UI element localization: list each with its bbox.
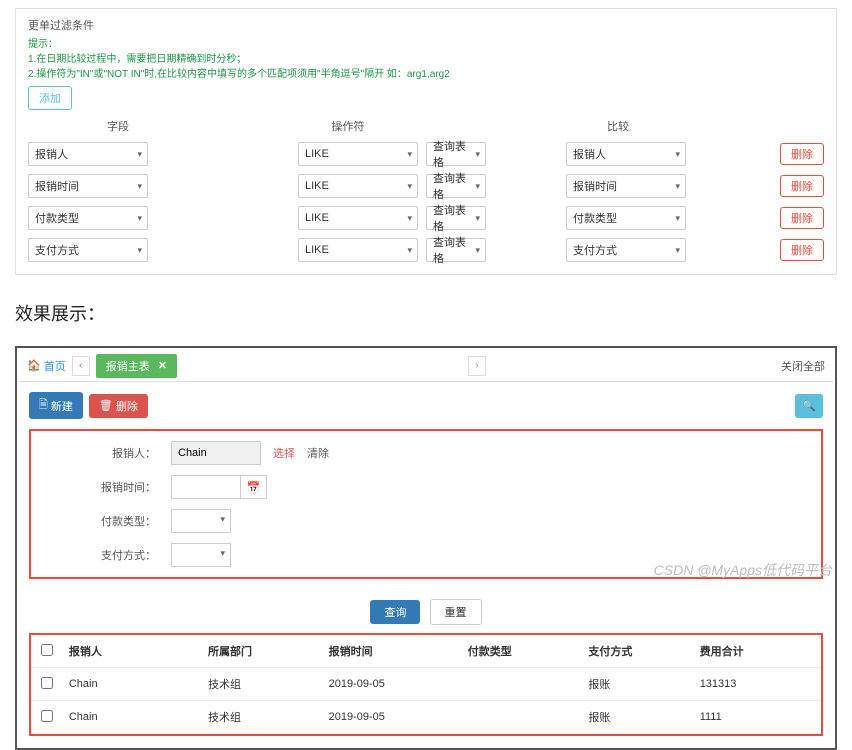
paymethod-select[interactable]: [171, 543, 231, 567]
delete-rule-button[interactable]: 删除: [780, 143, 824, 165]
form-row-time: 报销时间： 📅: [41, 475, 811, 499]
chevron-left-icon[interactable]: ‹: [72, 356, 90, 376]
query-select[interactable]: 查询表格: [426, 174, 486, 198]
cell-dept: 技术组: [208, 676, 329, 692]
th-person: 报销人: [69, 643, 208, 659]
file-icon: 🗎: [39, 396, 48, 415]
form-row-paytype: 付款类型：: [41, 509, 811, 533]
form-actions: 查询 重置: [19, 591, 833, 633]
compare-select[interactable]: 报销时间: [566, 174, 686, 198]
th-paymethod: 支付方式: [588, 643, 699, 659]
search-form: 报销人： 选择 清除 报销时间： 📅 付款类型： 支付方式：: [29, 429, 823, 579]
reset-button[interactable]: 重置: [430, 599, 482, 625]
field-select[interactable]: 报销人: [28, 142, 148, 166]
chevron-right-icon[interactable]: ›: [468, 356, 486, 376]
section-title: 效果展示：: [0, 290, 852, 346]
query-select[interactable]: 查询表格: [426, 206, 486, 230]
form-row-person: 报销人： 选择 清除: [41, 441, 811, 465]
field-select[interactable]: 支付方式: [28, 238, 148, 262]
compare-select[interactable]: 付款类型: [566, 206, 686, 230]
operator-select[interactable]: LIKE: [298, 238, 418, 262]
table-row: Chain技术组2019-09-05 报账131313: [31, 668, 821, 701]
table-row: Chain技术组2019-09-05 报账1111: [31, 701, 821, 734]
add-button[interactable]: 添加: [28, 86, 72, 110]
watermark: CSDN @MyApps低代码平台: [654, 560, 832, 580]
query-select[interactable]: 查询表格: [426, 142, 486, 166]
cell-time: 2019-09-05: [329, 711, 468, 723]
rule-row: 支付方式 LIKE 查询表格 支付方式 删除: [28, 238, 824, 262]
field-select[interactable]: 报销时间: [28, 174, 148, 198]
cell-time: 2019-09-05: [329, 678, 468, 690]
cell-paymethod: 报账: [588, 709, 699, 725]
table-header: 报销人 所属部门 报销时间 付款类型 支付方式 费用合计: [31, 635, 821, 668]
field-select[interactable]: 付款类型: [28, 206, 148, 230]
new-label: 新建: [51, 398, 73, 414]
paytype-select[interactable]: [171, 509, 231, 533]
results-table: 报销人 所属部门 报销时间 付款类型 支付方式 费用合计 Chain技术组201…: [29, 633, 823, 736]
label-paymethod: 支付方式：: [41, 547, 171, 563]
search-button[interactable]: 🔍: [795, 394, 823, 418]
result-screenshot: 🏠 首页 ‹ 报销主表 ✕ › 关闭全部 🗎 新建 🗑 删除 🔍: [15, 346, 837, 750]
close-icon[interactable]: ✕: [158, 359, 167, 372]
rule-row: 报销时间 LIKE 查询表格 报销时间 删除: [28, 174, 824, 198]
home-label: 首页: [44, 358, 66, 374]
row-checkbox[interactable]: [41, 710, 53, 722]
calendar-icon[interactable]: 📅: [241, 475, 267, 499]
row-checkbox[interactable]: [41, 677, 53, 689]
new-button[interactable]: 🗎 新建: [29, 392, 83, 419]
query-button[interactable]: 查询: [370, 600, 420, 624]
select-link[interactable]: 选择: [273, 445, 295, 461]
column-headers: 字段 操作符 比较: [28, 118, 824, 134]
cell-dept: 技术组: [208, 709, 329, 725]
delete-label: 删除: [116, 398, 138, 414]
header-operator: 操作符: [208, 118, 488, 134]
date-input[interactable]: [171, 475, 241, 499]
cell-total: 1111: [700, 711, 811, 723]
label-time: 报销时间：: [41, 479, 171, 495]
home-link[interactable]: 🏠 首页: [27, 358, 66, 374]
select-all-checkbox[interactable]: [41, 644, 53, 656]
delete-rule-button[interactable]: 删除: [780, 239, 824, 261]
search-icon: 🔍: [802, 399, 816, 412]
operator-select[interactable]: LIKE: [298, 142, 418, 166]
cell-paymethod: 报账: [588, 676, 699, 692]
rule-row: 付款类型 LIKE 查询表格 付款类型 删除: [28, 206, 824, 230]
close-all-link[interactable]: 关闭全部: [781, 358, 825, 374]
top-navbar: 🏠 首页 ‹ 报销主表 ✕ › 关闭全部: [19, 350, 833, 382]
hint-label: 提示：: [28, 39, 58, 50]
person-input[interactable]: [171, 441, 261, 465]
cell-person: Chain: [69, 711, 208, 723]
operator-select[interactable]: LIKE: [298, 174, 418, 198]
panel-title: 更单过滤条件: [28, 17, 824, 33]
th-dept: 所属部门: [208, 643, 329, 659]
clear-link[interactable]: 清除: [307, 445, 329, 461]
label-paytype: 付款类型：: [41, 513, 171, 529]
cell-person: Chain: [69, 678, 208, 690]
th-total: 费用合计: [700, 643, 811, 659]
operator-select[interactable]: LIKE: [298, 206, 418, 230]
compare-select[interactable]: 报销人: [566, 142, 686, 166]
filter-config-panel: 更单过滤条件 提示： 1.在日期比较过程中，需要把日期精确到时分秒； 2.操作符…: [15, 8, 837, 275]
delete-rule-button[interactable]: 删除: [780, 175, 824, 197]
header-field: 字段: [28, 118, 208, 134]
trash-icon: 🗑: [99, 399, 113, 412]
rule-row: 报销人 LIKE 查询表格 报销人 删除: [28, 142, 824, 166]
label-person: 报销人：: [41, 445, 171, 461]
th-time: 报销时间: [329, 643, 468, 659]
cell-total: 131313: [700, 678, 811, 690]
th-paytype: 付款类型: [468, 643, 589, 659]
hint-line-2: 2.操作符为"IN"或"NOT IN"时,在比较内容中填写的多个匹配项须用"半角…: [28, 69, 450, 80]
header-compare: 比较: [488, 118, 748, 134]
hint-block: 提示： 1.在日期比较过程中，需要把日期精确到时分秒； 2.操作符为"IN"或"…: [28, 37, 824, 82]
hint-line-1: 1.在日期比较过程中，需要把日期精确到时分秒；: [28, 54, 246, 65]
home-icon: 🏠: [27, 359, 41, 372]
toolbar: 🗎 新建 🗑 删除 🔍: [19, 382, 833, 429]
query-select[interactable]: 查询表格: [426, 238, 486, 262]
tab-label: 报销主表: [106, 358, 150, 374]
tab-active[interactable]: 报销主表 ✕: [96, 354, 177, 378]
delete-rule-button[interactable]: 删除: [780, 207, 824, 229]
delete-button[interactable]: 🗑 删除: [89, 394, 148, 418]
compare-select[interactable]: 支付方式: [566, 238, 686, 262]
